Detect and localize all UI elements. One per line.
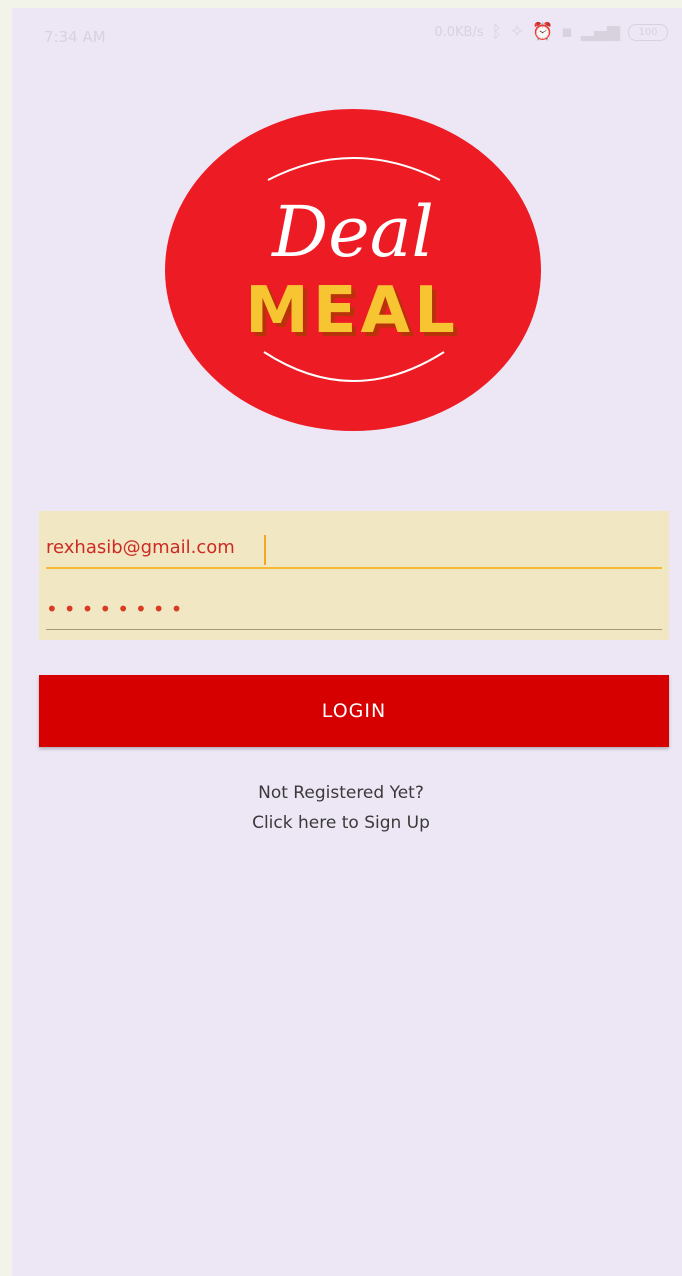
password-input[interactable] xyxy=(46,593,662,621)
status-time: 7:34 AM xyxy=(44,28,106,46)
signal-icon: ▂▄▆ xyxy=(580,22,620,42)
bluetooth-icon: ᛒ xyxy=(491,22,502,42)
status-bar: 7:34 AM 0.0KB/s ᛒ ✧ ⏰ ▪ ▂▄▆ 100 xyxy=(12,8,682,64)
deal-meal-logo: Deal MEAL MEAL xyxy=(164,108,542,432)
status-icons: 0.0KB/s ᛒ ✧ ⏰ ▪ ▂▄▆ 100 xyxy=(434,24,668,41)
logo-deal-text: Deal xyxy=(270,191,434,273)
email-field[interactable] xyxy=(46,533,662,569)
signup-prompt: Not Registered Yet? xyxy=(258,783,424,803)
text-cursor xyxy=(264,535,266,565)
sync-off-icon: ✧ xyxy=(509,22,525,42)
logo-meal-text: MEAL xyxy=(245,274,459,348)
signup-section: Not Registered Yet? Click here to Sign U… xyxy=(0,778,682,838)
signup-link[interactable]: Click here to Sign Up xyxy=(0,808,682,838)
hd-icon: ▪ xyxy=(561,22,573,42)
password-field[interactable] xyxy=(46,593,662,630)
email-input[interactable] xyxy=(46,533,662,558)
login-form xyxy=(39,511,669,640)
login-button[interactable]: LOGIN xyxy=(39,675,669,747)
app-screen: 7:34 AM 0.0KB/s ᛒ ✧ ⏰ ▪ ▂▄▆ 100 Deal MEA… xyxy=(12,8,682,1276)
alarm-icon: ⏰ xyxy=(532,22,554,42)
battery-icon: 100 xyxy=(628,24,668,41)
network-speed: 0.0KB/s xyxy=(434,25,484,40)
